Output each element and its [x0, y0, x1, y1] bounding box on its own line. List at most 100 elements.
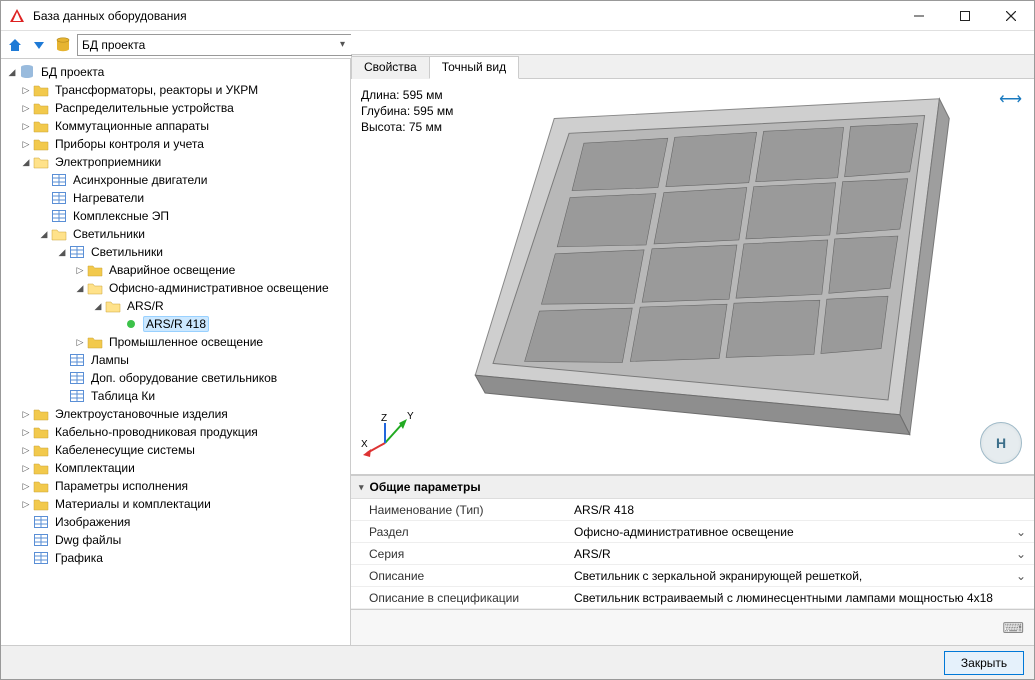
tab-strip: Свойства Точный вид: [351, 55, 1034, 79]
tree-item[interactable]: ▷Коммутационные аппараты: [1, 117, 350, 135]
folder-open-icon: [51, 226, 67, 242]
property-value[interactable]: ARS/R: [566, 547, 1034, 561]
expand-icon[interactable]: ▷: [19, 85, 33, 96]
folder-icon: [33, 496, 49, 512]
tree-item[interactable]: ▷Материалы и комплектации: [1, 495, 350, 513]
close-dialog-button[interactable]: Закрыть: [944, 651, 1024, 675]
property-row[interactable]: СерияARS/R: [351, 543, 1034, 565]
table-icon: [69, 352, 85, 368]
property-key: Наименование (Тип): [351, 503, 566, 517]
tree-item[interactable]: Комплексные ЭП: [1, 207, 350, 225]
table-icon: [33, 550, 49, 566]
table-icon: [69, 244, 85, 260]
property-row[interactable]: Наименование (Тип)ARS/R 418: [351, 499, 1034, 521]
property-value[interactable]: Светильник встраиваемый с люминесцентным…: [566, 591, 1034, 605]
tree-item[interactable]: ▷Электроустановочные изделия: [1, 405, 350, 423]
property-key: Описание в спецификации: [351, 591, 566, 605]
tree-item-selected[interactable]: ARS/R 418: [1, 315, 350, 333]
property-key: Описание: [351, 569, 566, 583]
tree-item[interactable]: ▷Кабельно-проводниковая продукция: [1, 423, 350, 441]
folder-open-icon: [33, 154, 49, 170]
folder-icon: [33, 478, 49, 494]
tree-item[interactable]: ◢Офисно-административное освещение: [1, 279, 350, 297]
database-combo[interactable]: БД проекта: [77, 34, 352, 56]
tree-item[interactable]: Dwg файлы: [1, 531, 350, 549]
folder-icon: [33, 406, 49, 422]
tab-exact-view[interactable]: Точный вид: [429, 56, 519, 79]
tree-item[interactable]: ▷Аварийное освещение: [1, 261, 350, 279]
tree-item[interactable]: Графика: [1, 549, 350, 567]
database-combo-value: БД проекта: [82, 38, 145, 52]
axis-gizmo[interactable]: X Y Z: [361, 409, 421, 466]
preview-3d[interactable]: Длина: 595 мм Глубина: 595 мм Высота: 75…: [351, 79, 1034, 475]
tree-item[interactable]: ▷Приборы контроля и учета: [1, 135, 350, 153]
status-strip: ⌨: [351, 609, 1034, 645]
tree-item[interactable]: ▷Распределительные устройства: [1, 99, 350, 117]
properties-group-header[interactable]: Общие параметры: [351, 476, 1034, 499]
tree-item[interactable]: Доп. оборудование светильников: [1, 369, 350, 387]
property-row[interactable]: РазделОфисно-административное освещение: [351, 521, 1034, 543]
tree-item[interactable]: Лампы: [1, 351, 350, 369]
tab-properties[interactable]: Свойства: [351, 56, 430, 79]
svg-text:Y: Y: [407, 411, 414, 422]
property-row[interactable]: Описание в спецификацииСветильник встраи…: [351, 587, 1034, 609]
folder-open-icon: [87, 280, 103, 296]
tree-item[interactable]: Асинхронные двигатели: [1, 171, 350, 189]
tree-item[interactable]: Нагреватели: [1, 189, 350, 207]
minimize-button[interactable]: [896, 1, 942, 31]
main-area: ◢ БД проекта ▷Трансформаторы, реакторы и…: [1, 59, 1034, 645]
down-arrow-icon[interactable]: [29, 35, 49, 55]
home-icon[interactable]: [5, 35, 25, 55]
tree-item[interactable]: ▷Кабеленесущие системы: [1, 441, 350, 459]
model-view: [351, 79, 1034, 474]
folder-icon: [33, 118, 49, 134]
maximize-button[interactable]: [942, 1, 988, 31]
folder-icon: [33, 100, 49, 116]
tree-pane[interactable]: ◢ БД проекта ▷Трансформаторы, реакторы и…: [1, 59, 351, 645]
expand-icon[interactable]: ◢: [5, 67, 19, 78]
property-value[interactable]: Офисно-административное освещение: [566, 525, 1034, 539]
folder-icon: [33, 460, 49, 476]
table-icon: [69, 370, 85, 386]
app-window: База данных оборудования БД проекта: [0, 0, 1035, 680]
folder-icon: [87, 262, 103, 278]
table-icon: [51, 190, 67, 206]
window-title: База данных оборудования: [33, 9, 187, 23]
keyboard-icon[interactable]: ⌨: [1002, 619, 1024, 637]
right-pane: Свойства Точный вид Длина: 595 мм Глубин…: [351, 59, 1034, 645]
tree-item[interactable]: ▷Комплектации: [1, 459, 350, 477]
tree-item[interactable]: ◢Электроприемники: [1, 153, 350, 171]
property-key: Серия: [351, 547, 566, 561]
viewcube[interactable]: Н: [980, 422, 1022, 464]
tree-item[interactable]: ▷Параметры исполнения: [1, 477, 350, 495]
tree-item[interactable]: ▷Промышленное освещение: [1, 333, 350, 351]
footer-bar: Закрыть: [1, 645, 1034, 679]
property-value[interactable]: ARS/R 418: [566, 503, 1034, 517]
property-value[interactable]: Светильник с зеркальной экранирующей реш…: [566, 569, 1034, 583]
tree-item[interactable]: Таблица Ки: [1, 387, 350, 405]
tree-item[interactable]: ◢Светильники: [1, 243, 350, 261]
measure-icon[interactable]: ⟷: [999, 89, 1022, 109]
item-icon: [123, 316, 139, 332]
database-icon[interactable]: [53, 35, 73, 55]
table-icon: [51, 172, 67, 188]
folder-icon: [33, 136, 49, 152]
folder-icon: [87, 334, 103, 350]
close-button[interactable]: [988, 1, 1034, 31]
tree-root[interactable]: ◢ БД проекта: [1, 63, 350, 81]
svg-text:Z: Z: [381, 413, 387, 424]
folder-icon: [33, 442, 49, 458]
properties-grid: Общие параметры Наименование (Тип)ARS/R …: [351, 475, 1034, 609]
tree-item[interactable]: ▷Трансформаторы, реакторы и УКРМ: [1, 81, 350, 99]
svg-text:X: X: [361, 439, 368, 450]
table-icon: [51, 208, 67, 224]
property-row[interactable]: ОписаниеСветильник с зеркальной экраниру…: [351, 565, 1034, 587]
table-icon: [33, 514, 49, 530]
property-key: Раздел: [351, 525, 566, 539]
table-icon: [33, 532, 49, 548]
tree-item[interactable]: ◢Светильники: [1, 225, 350, 243]
tree-item[interactable]: Изображения: [1, 513, 350, 531]
folder-icon: [33, 424, 49, 440]
tree-item[interactable]: ◢ARS/R: [1, 297, 350, 315]
titlebar: База данных оборудования: [1, 1, 1034, 31]
